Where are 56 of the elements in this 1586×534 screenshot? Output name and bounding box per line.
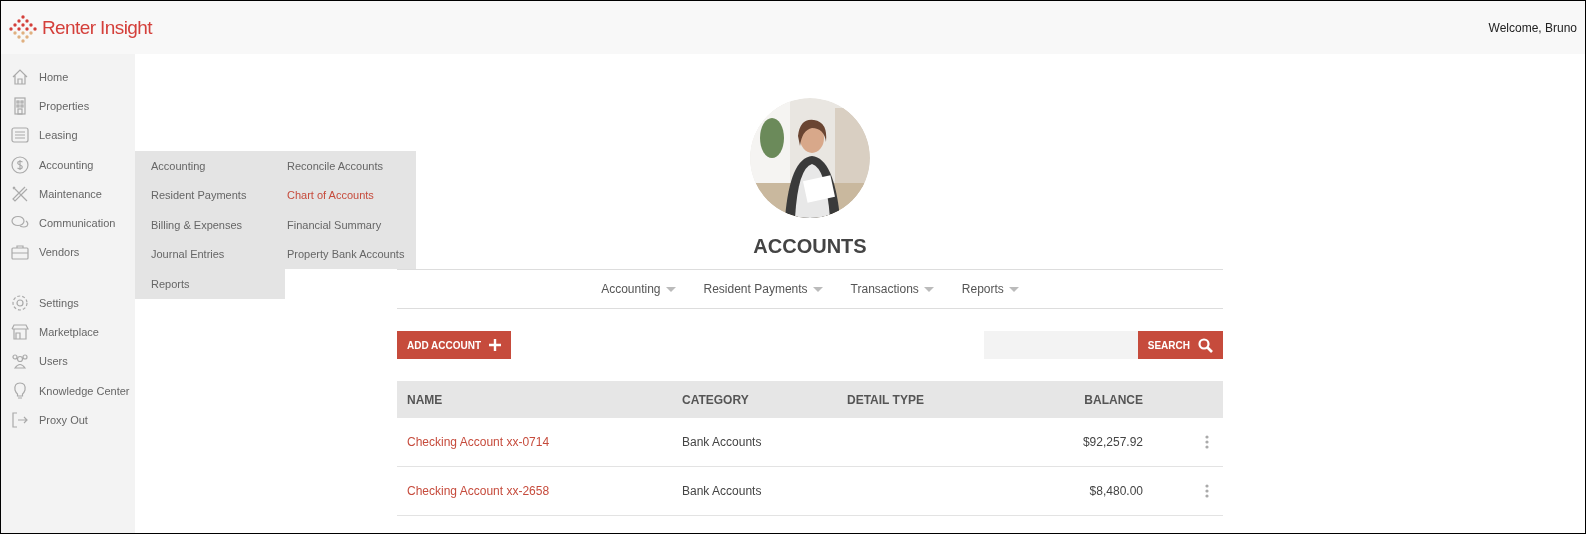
account-link[interactable]: Checking Account xx-2658 (397, 484, 682, 498)
menu-item[interactable]: Property Bank Accounts (285, 239, 416, 269)
sidebar-item[interactable]: Accounting (1, 149, 135, 180)
menu-item[interactable]: Accounting (135, 151, 285, 181)
account-link[interactable]: Checking Account xx-0714 (397, 435, 682, 449)
users-icon (10, 351, 30, 372)
nav-dropdown[interactable]: Accounting (601, 282, 676, 296)
menu-item[interactable]: Chart of Accounts (285, 180, 416, 210)
plus-icon (489, 339, 502, 351)
nav-dropdown[interactable]: Resident Payments (703, 282, 823, 296)
gear-icon (10, 292, 30, 313)
sidebar-item[interactable]: Knowledge Center (1, 375, 135, 406)
column-header: CATEGORY (682, 392, 750, 407)
dollar-icon (10, 154, 30, 175)
add-account-button[interactable]: ADD ACCOUNT (397, 331, 512, 359)
sidebar-item[interactable]: Properties (1, 91, 135, 121)
sidebar-item[interactable]: Home (1, 62, 135, 92)
briefcase-icon (10, 242, 30, 263)
table-cell-text: Bank Accounts (682, 435, 763, 449)
menu-item[interactable]: Resident Payments (135, 180, 285, 210)
column-header: BALANCE (1083, 392, 1143, 407)
table-cell-text: Bank Accounts (682, 484, 763, 498)
logout-icon (10, 409, 30, 430)
caret-icon (923, 286, 934, 292)
sidebar-item[interactable]: Settings (1, 288, 135, 318)
search-icon (1198, 337, 1213, 353)
caret-icon (665, 286, 676, 292)
welcome-text: Welcome, Bruno (1488, 20, 1577, 35)
storefront-icon (10, 322, 30, 342)
column-header: DETAIL TYPE (847, 392, 925, 407)
logo-text: Renter Insight (42, 16, 152, 39)
menu-item[interactable]: Journal Entries (135, 239, 285, 269)
column-header: NAME (406, 392, 444, 407)
menu-item[interactable]: Billing & Expenses (135, 210, 285, 240)
caret-icon (812, 286, 823, 292)
nav-dropdown[interactable]: Reports (961, 282, 1019, 296)
table-cell-text: $92,257.92 (1081, 435, 1143, 449)
page-title: ACCOUNTS (753, 235, 867, 259)
sidebar-item[interactable]: Proxy Out (1, 405, 135, 435)
menu-item[interactable]: Financial Summary (285, 210, 416, 240)
caret-icon (1008, 286, 1019, 292)
search-field[interactable] (983, 331, 1138, 359)
sidebar-item[interactable]: Maintenance (1, 179, 135, 209)
sidebar-item[interactable]: Vendors (1, 237, 135, 268)
more-options-icon[interactable] (1205, 435, 1209, 449)
sidebar-item[interactable]: Marketplace (1, 317, 135, 347)
nav-dropdown[interactable]: Transactions (850, 282, 934, 296)
more-options-icon[interactable] (1205, 484, 1209, 498)
sidebar-item[interactable]: Users (1, 346, 135, 376)
search-button[interactable]: SEARCH (1137, 331, 1223, 359)
sidebar-item[interactable]: Communication (1, 208, 135, 238)
list-icon (10, 125, 30, 146)
menu-item[interactable]: Reconcile Accounts (285, 151, 416, 181)
menu-item[interactable]: Reports (135, 269, 285, 299)
sidebar-item[interactable]: Leasing (1, 120, 135, 150)
table-cell-text: $8,480.00 (1088, 484, 1143, 498)
